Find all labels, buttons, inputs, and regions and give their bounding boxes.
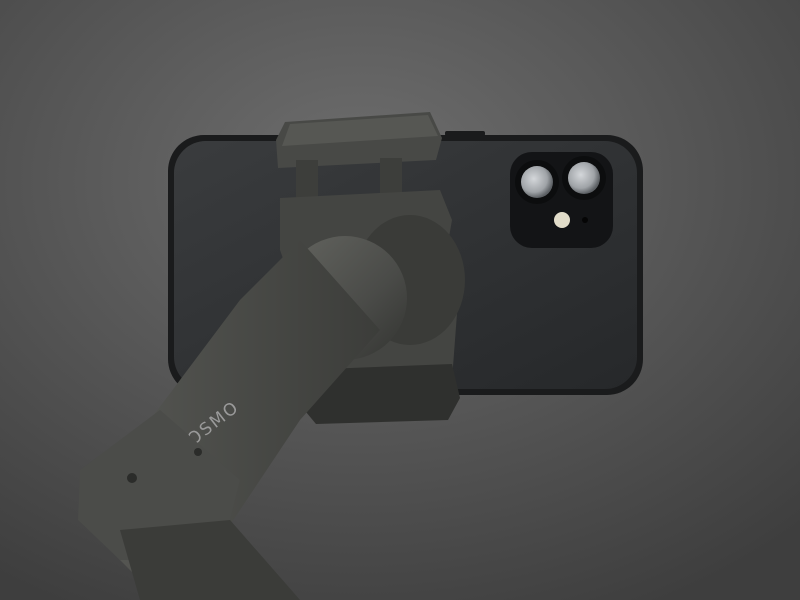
screw-icon: [194, 448, 202, 456]
camera-module: [510, 152, 613, 248]
lens-1-icon: [521, 166, 553, 198]
gimbal-photo: OSMO: [0, 0, 800, 600]
side-button: [445, 131, 485, 136]
screw-icon: [127, 473, 137, 483]
flash-icon: [554, 212, 570, 228]
microphone-dot: [582, 217, 588, 223]
lens-2-icon: [568, 162, 600, 194]
